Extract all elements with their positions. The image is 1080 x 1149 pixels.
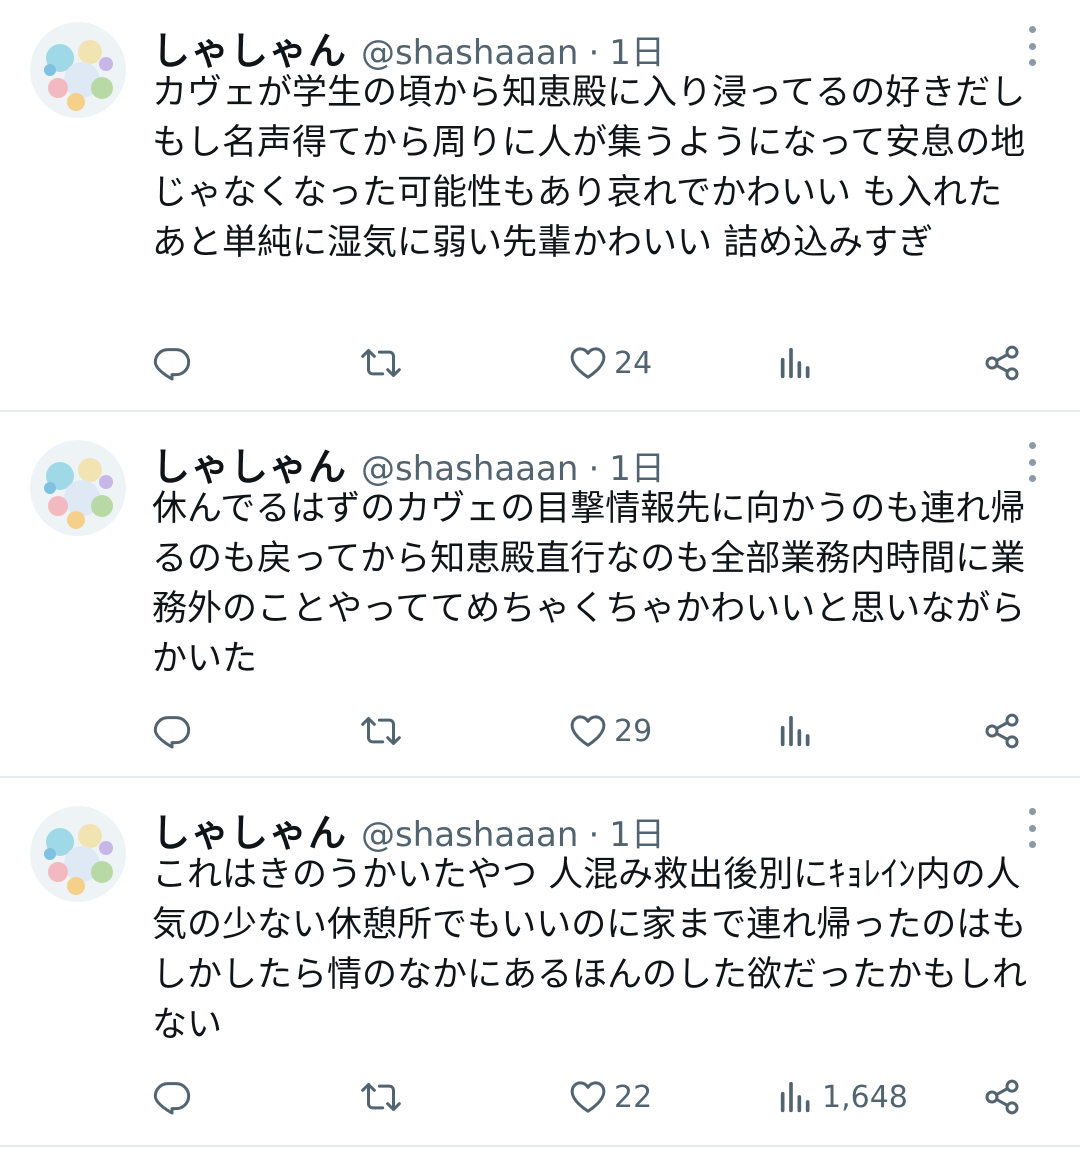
timestamp[interactable]: 1日: [609, 25, 665, 74]
reply-button[interactable]: [152, 338, 198, 388]
author-name[interactable]: しゃしゃん: [152, 20, 347, 75]
author-name[interactable]: しゃしゃん: [152, 436, 347, 491]
avatar[interactable]: [30, 440, 126, 536]
like-count: 22: [614, 1079, 653, 1115]
avatar-image: [30, 440, 126, 536]
views-count: 1,648: [822, 1079, 908, 1115]
views-icon: [780, 347, 810, 379]
author-name[interactable]: しゃしゃん: [152, 802, 347, 857]
heart-icon: [570, 347, 606, 379]
views-icon: [780, 715, 810, 747]
retweet-button[interactable]: [360, 1072, 408, 1122]
more-vertical-icon[interactable]: [1016, 808, 1048, 848]
share-icon: [985, 1079, 1019, 1115]
timestamp[interactable]: 1日: [609, 441, 665, 490]
timestamp[interactable]: 1日: [609, 807, 665, 856]
tweet-text: 休んでるはずのカヴェの目撃情報先に向かうのも連れ帰るのも戻ってから知恵殿直行なの…: [152, 489, 1026, 679]
share-button[interactable]: [982, 1072, 1028, 1122]
reply-icon: [153, 348, 191, 381]
tweet-header: しゃしゃん @shashaaan · 1日: [152, 20, 665, 73]
share-button[interactable]: [982, 338, 1028, 388]
like-count: 24: [614, 345, 653, 381]
retweet-icon: [361, 717, 401, 745]
tweet-header: しゃしゃん @shashaaan · 1日: [152, 436, 665, 489]
share-icon: [985, 345, 1019, 381]
separator: ·: [588, 33, 600, 73]
avatar[interactable]: [30, 22, 126, 118]
retweet-icon: [361, 1083, 401, 1111]
divider: [0, 1145, 1080, 1147]
like-button[interactable]: 22: [568, 1072, 652, 1122]
like-button[interactable]: 24: [568, 338, 652, 388]
like-count: 29: [614, 713, 653, 749]
reply-icon: [153, 716, 191, 749]
reply-icon: [153, 1082, 191, 1115]
tweet[interactable]: しゃしゃん @shashaaan · 1日 休んでるはずのカヴェの目撃情報先に向…: [0, 412, 1080, 778]
tweet[interactable]: しゃしゃん @shashaaan · 1日 カヴェが学生の頃から知恵殿に入り浸っ…: [0, 0, 1080, 412]
author-handle[interactable]: @shashaaan: [361, 449, 578, 489]
tweet-text: これはきのうかいたやつ 人混み救出後別にｷｮﾚｲﾝ内の人気の少ない休憩所でもいい…: [152, 855, 1028, 1045]
retweet-button[interactable]: [360, 338, 408, 388]
share-button[interactable]: [982, 706, 1028, 756]
retweet-button[interactable]: [360, 706, 408, 756]
reply-button[interactable]: [152, 1072, 198, 1122]
separator: ·: [588, 815, 600, 855]
tweet-header: しゃしゃん @shashaaan · 1日: [152, 802, 665, 855]
action-bar: 24: [0, 338, 1080, 388]
tweet[interactable]: しゃしゃん @shashaaan · 1日 これはきのうかいたやつ 人混み救出後…: [0, 778, 1080, 1149]
share-icon: [985, 713, 1019, 749]
avatar-image: [30, 806, 126, 902]
author-handle[interactable]: @shashaaan: [361, 33, 578, 73]
like-button[interactable]: 29: [568, 706, 652, 756]
more-vertical-icon[interactable]: [1016, 26, 1048, 66]
action-bar: 29: [0, 706, 1080, 756]
tweet-text: カヴェが学生の頃から知恵殿に入り浸ってるの好きだしもし名声得てから周りに人が集う…: [152, 73, 1026, 263]
separator: ·: [588, 449, 600, 489]
more-vertical-icon[interactable]: [1016, 442, 1048, 482]
author-handle[interactable]: @shashaaan: [361, 815, 578, 855]
avatar-image: [30, 22, 126, 118]
heart-icon: [570, 1081, 606, 1113]
views-button[interactable]: [776, 338, 822, 388]
views-button[interactable]: 1,648: [776, 1072, 908, 1122]
retweet-icon: [361, 349, 401, 377]
avatar[interactable]: [30, 806, 126, 902]
reply-button[interactable]: [152, 706, 198, 756]
views-button[interactable]: [776, 706, 822, 756]
views-icon: [780, 1081, 810, 1113]
action-bar: 22 1,648: [0, 1072, 1080, 1122]
heart-icon: [570, 715, 606, 747]
